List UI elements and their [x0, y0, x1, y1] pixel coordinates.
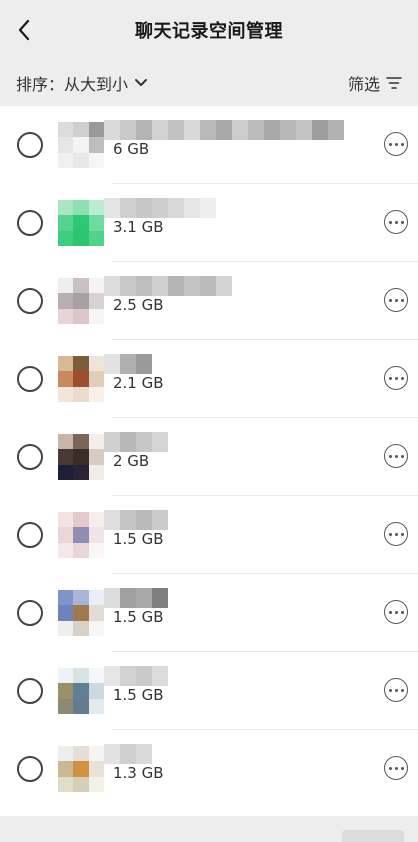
contact-name-obscured [104, 510, 168, 530]
select-radio[interactable] [17, 210, 43, 236]
storage-size: 1.3 GB [113, 764, 164, 782]
storage-size: 1.5 GB [113, 530, 164, 548]
space-management-page: 聊天记录空间管理 排序：从大到小 筛选 6 GB 3.1 GB 2.5 GB 2… [0, 0, 418, 842]
select-radio[interactable] [17, 366, 43, 392]
storage-size: 3.1 GB [113, 218, 164, 236]
avatar [58, 512, 104, 558]
list-item[interactable]: 1.5 GB [0, 652, 418, 730]
more-options-button[interactable] [384, 210, 408, 234]
select-radio[interactable] [17, 678, 43, 704]
chat-storage-list: 6 GB 3.1 GB 2.5 GB 2.1 GB 2 GB 1.5 GB 1.… [0, 106, 418, 816]
list-item[interactable]: 2 GB [0, 418, 418, 496]
avatar [58, 434, 104, 480]
more-options-button[interactable] [384, 366, 408, 390]
contact-name-obscured [104, 432, 168, 452]
avatar [58, 356, 104, 402]
storage-size: 2.5 GB [113, 296, 164, 314]
list-item[interactable]: 1.5 GB [0, 574, 418, 652]
select-radio[interactable] [17, 288, 43, 314]
list-item[interactable]: 1.5 GB [0, 496, 418, 574]
select-radio[interactable] [17, 756, 43, 782]
select-radio[interactable] [17, 600, 43, 626]
sort-filter-bar: 排序：从大到小 筛选 [0, 60, 418, 106]
contact-name-obscured [104, 666, 168, 686]
more-options-button[interactable] [384, 600, 408, 624]
chevron-down-icon [135, 79, 148, 86]
avatar [58, 746, 104, 792]
contact-name-obscured [104, 588, 168, 608]
list-item[interactable]: 1.3 GB [0, 730, 418, 808]
filter-button[interactable]: 筛选 [348, 71, 402, 95]
avatar [58, 278, 104, 324]
more-options-button[interactable] [384, 444, 408, 468]
storage-size: 6 GB [113, 140, 150, 158]
avatar [58, 200, 104, 246]
storage-size: 2 GB [113, 452, 150, 470]
filter-label: 筛选 [347, 75, 380, 94]
list-item[interactable]: 3.1 GB [0, 184, 418, 262]
select-radio[interactable] [17, 132, 43, 158]
action-button[interactable] [342, 830, 404, 842]
more-options-button[interactable] [384, 132, 408, 156]
storage-size: 1.5 GB [113, 608, 164, 626]
storage-size: 1.5 GB [113, 686, 164, 704]
contact-name-obscured [104, 120, 344, 140]
more-options-button[interactable] [384, 678, 408, 702]
contact-name-obscured [104, 354, 152, 374]
avatar [58, 122, 104, 168]
avatar [58, 668, 104, 714]
list-item[interactable]: 2.1 GB [0, 340, 418, 418]
list-item[interactable]: 2.5 GB [0, 262, 418, 340]
list-item[interactable]: 6 GB [0, 106, 418, 184]
more-options-button[interactable] [384, 522, 408, 546]
navigation-bar: 聊天记录空间管理 [0, 0, 418, 60]
filter-icon [386, 77, 402, 89]
chevron-left-icon [18, 19, 30, 41]
bottom-action-bar [0, 816, 418, 842]
contact-name-obscured [104, 198, 216, 218]
back-button[interactable] [10, 16, 38, 44]
avatar [58, 590, 104, 636]
more-options-button[interactable] [384, 288, 408, 312]
storage-size: 2.1 GB [113, 374, 164, 392]
sort-dropdown[interactable]: 排序：从大到小 [16, 71, 148, 95]
select-radio[interactable] [17, 522, 43, 548]
more-options-button[interactable] [384, 756, 408, 780]
select-radio[interactable] [17, 444, 43, 470]
sort-label: 排序：从大到小 [16, 75, 129, 94]
contact-name-obscured [104, 744, 152, 764]
page-title: 聊天记录空间管理 [135, 21, 283, 42]
contact-name-obscured [104, 276, 232, 296]
